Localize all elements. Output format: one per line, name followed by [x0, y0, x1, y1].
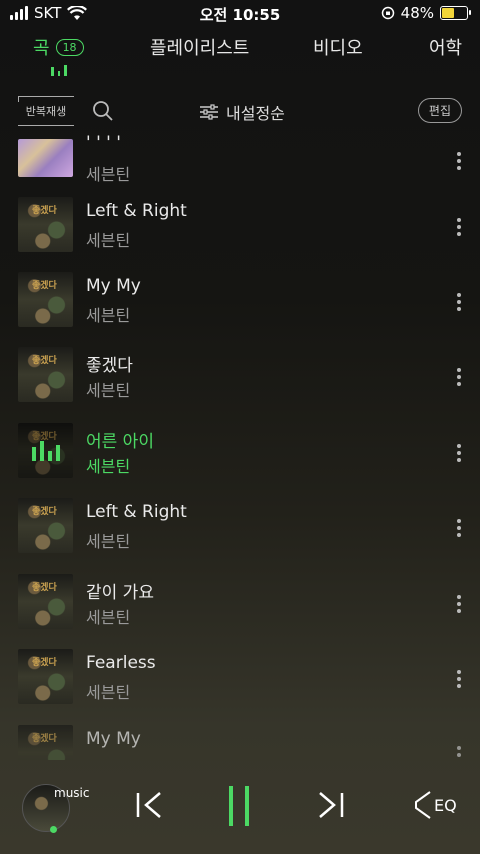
- more-options-icon[interactable]: [456, 746, 462, 760]
- more-options-icon[interactable]: [456, 444, 462, 462]
- album-art: 좋겠다: [18, 197, 73, 252]
- edit-button[interactable]: 편집: [417, 98, 462, 123]
- album-art: 좋겠다: [18, 649, 73, 704]
- playing-status-dot: [50, 826, 57, 833]
- status-bar: SKT 오전 10:55 48%: [0, 0, 480, 30]
- sort-label: 내설정순: [226, 104, 285, 123]
- song-row[interactable]: 좋겠다 좋겠다 세븐틴: [0, 347, 480, 423]
- song-title: Left & Right: [86, 201, 187, 221]
- song-artist: 세븐틴: [86, 306, 131, 325]
- song-title: 좋겠다: [86, 356, 133, 376]
- repeat-button[interactable]: 반복재생: [18, 96, 74, 126]
- album-art: 좋겠다: [18, 725, 73, 760]
- speaker-icon: [415, 791, 431, 819]
- eq-label: EQ: [434, 795, 457, 815]
- song-artist: 세븐틴: [86, 457, 131, 476]
- album-art: 좋겠다: [18, 574, 73, 629]
- song-title: Fearless: [86, 653, 156, 673]
- more-options-icon[interactable]: [456, 152, 462, 170]
- song-count-badge: 18: [55, 39, 84, 56]
- more-options-icon[interactable]: [456, 595, 462, 613]
- song-row[interactable]: 좋겠다 Left & Right 세븐틴: [0, 197, 480, 273]
- album-art: 좋겠다: [18, 498, 73, 553]
- more-options-icon[interactable]: [456, 368, 462, 386]
- song-row-now-playing[interactable]: 좋겠다 어른 아이 세븐틴: [0, 423, 480, 499]
- tab-video[interactable]: 비디오: [313, 34, 363, 60]
- song-artist: 세븐틴: [86, 231, 131, 250]
- song-artist: 세븐틴: [86, 165, 131, 184]
- tab-language[interactable]: 어학: [429, 34, 462, 60]
- list-toolbar: 반복재생 내설정순 편집: [0, 94, 480, 128]
- album-art: [18, 139, 73, 177]
- song-title: 어른 아이: [86, 432, 154, 452]
- status-right: 48%: [381, 4, 471, 22]
- sort-filter-icon: [200, 104, 218, 120]
- category-tabs: 곡 18 플레이리스트 비디오 어학: [0, 34, 480, 76]
- now-playing-indicator-icon: [51, 64, 67, 76]
- more-options-icon[interactable]: [456, 218, 462, 236]
- song-title: Left & Right: [86, 502, 187, 522]
- tab-songs-label: 곡: [33, 38, 50, 59]
- previous-track-icon[interactable]: [134, 790, 164, 820]
- song-title: My My: [86, 729, 141, 749]
- music-label: music: [54, 786, 90, 800]
- pause-icon[interactable]: [226, 784, 252, 828]
- mini-player: music EQ: [0, 760, 480, 854]
- sort-button[interactable]: 내설정순: [200, 100, 285, 124]
- album-art: 좋겠다: [18, 347, 73, 402]
- song-row[interactable]: 좋겠다 같이 가요 세븐틴: [0, 574, 480, 650]
- battery-percent: 48%: [400, 4, 434, 22]
- song-artist: 세븐틴: [86, 532, 131, 551]
- song-row[interactable]: 좋겠다 Fearless 세븐틴: [0, 649, 480, 725]
- song-artist: 세븐틴: [86, 381, 131, 400]
- song-artist: 세븐틴: [86, 683, 131, 702]
- song-title: ' ' ' ': [86, 133, 121, 153]
- orientation-lock-icon: [381, 6, 394, 20]
- song-row[interactable]: 좋겠다 My My: [0, 725, 480, 760]
- album-art: 좋겠다: [18, 272, 73, 327]
- song-row[interactable]: 좋겠다 Left & Right 세븐틴: [0, 498, 480, 574]
- song-row[interactable]: 좋겠다 My My 세븐틴: [0, 272, 480, 348]
- battery-icon: [440, 6, 471, 20]
- song-title: My My: [86, 276, 141, 296]
- tab-songs[interactable]: 곡 18: [33, 34, 84, 60]
- song-artist: 세븐틴: [86, 608, 131, 627]
- tab-playlists[interactable]: 플레이리스트: [150, 34, 249, 60]
- now-playing-overlay: [18, 423, 73, 478]
- eq-button[interactable]: EQ: [412, 790, 457, 820]
- more-options-icon[interactable]: [456, 293, 462, 311]
- song-title: 같이 가요: [86, 583, 154, 603]
- song-list: ' ' ' ' 세븐틴 좋겠다 Left & Right 세븐틴 좋겠다 My …: [0, 128, 480, 760]
- next-track-icon[interactable]: [316, 790, 346, 820]
- more-options-icon[interactable]: [456, 670, 462, 688]
- search-icon[interactable]: [92, 100, 114, 122]
- equalizer-icon: [32, 441, 60, 461]
- more-options-icon[interactable]: [456, 519, 462, 537]
